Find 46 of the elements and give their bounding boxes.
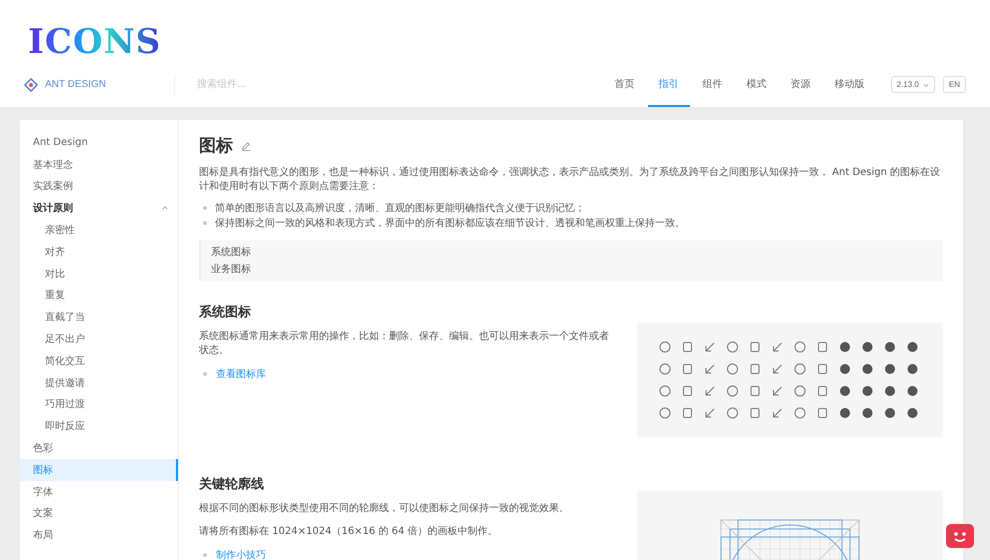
sidebar-subitem[interactable]: 直截了当 <box>20 306 178 328</box>
sidebar-subitem[interactable]: 简化交互 <box>20 350 178 372</box>
sidebar-item[interactable]: 基本理念 <box>20 154 178 176</box>
section-heading: 关键轮廓线 <box>199 476 265 493</box>
sidebar-subitem[interactable]: 对比 <box>20 262 178 285</box>
doc-link[interactable]: 制作小技巧 <box>216 548 266 560</box>
sidebar-item[interactable]: Ant Design <box>20 132 178 154</box>
sidebar-item[interactable]: 文案 <box>20 502 178 524</box>
toc-link[interactable]: 业务图标 <box>211 262 251 276</box>
sidebar-subitem[interactable]: 巧用过渡 <box>20 394 178 416</box>
sidebar-item[interactable]: 实践案例 <box>20 176 178 198</box>
sidebar-subitem[interactable]: 即时反应 <box>20 415 178 438</box>
nav-tab[interactable]: 模式 <box>736 62 778 107</box>
sidebar-item[interactable]: 色彩 <box>20 437 178 459</box>
sidebar-item[interactable]: 布局 <box>20 524 178 546</box>
chat-widget-icon[interactable] <box>946 524 974 548</box>
sidebar-subitem[interactable]: 亲密性 <box>20 219 178 241</box>
section-heading: 系统图标 <box>199 304 252 321</box>
nav-tab[interactable]: 移动版 <box>824 62 876 107</box>
principle-text: 简单的图形语言以及高辨识度，清晰、直观的图标更能明确指代含义便于识别记忆； <box>215 202 585 214</box>
nav-tab[interactable]: 组件 <box>692 62 734 107</box>
toc-link[interactable]: 系统图标 <box>211 245 251 259</box>
page-title: 图标 <box>199 135 233 157</box>
diamond-logo-icon[interactable] <box>24 78 38 92</box>
caret-icon[interactable] <box>162 205 168 212</box>
version-select[interactable]: 2.13.0 <box>890 76 935 93</box>
sidebar-subitem[interactable]: 重复 <box>20 284 178 306</box>
nav-tab[interactable]: 指引 <box>648 62 690 107</box>
sidebar-subitem[interactable]: 对齐 <box>20 240 178 263</box>
sidebar-subitem[interactable]: 足不出户 <box>20 328 178 350</box>
search-field[interactable]: 搜索组件... <box>195 78 399 91</box>
sidebar-subitem[interactable]: 提供邀请 <box>20 372 178 394</box>
caret-icon <box>922 82 929 88</box>
section-paragraph: 根据不同的图标形状类型使用不同的轮廓线，可以使图标之间保持一致的视觉效果。 <box>199 502 570 516</box>
sidebar-group[interactable]: 设计原则 <box>20 197 178 220</box>
language-button[interactable]: EN <box>942 76 966 93</box>
pencil-icon[interactable] <box>241 140 251 150</box>
intro-paragraph: 图标是具有指代意义的图形，也是一种标识，通过使用图标表达命令，强调状态，表示产品或类别。为了系统及跨平台之间图形认知保持一致， Ant Design 的图标在设计和使用时有以下两个原则点需要注意： <box>199 166 942 194</box>
nav-tab[interactable]: 首页 <box>604 62 646 107</box>
section-paragraph: 请将所有图标在 1024×1024（16×16 的 64 倍）的画板中制作。 <box>199 525 499 539</box>
doc-link[interactable]: 查看图标库 <box>216 367 266 381</box>
sidebar-item[interactable]: 字体 <box>20 480 178 503</box>
nav-tab[interactable]: 资源 <box>780 62 822 107</box>
brand-name[interactable]: ANT DESIGN <box>45 79 106 90</box>
principle-text: 保持图标之间一致的风格和表现方式，界面中的所有图标都应该在细节设计、透视和笔画权重上保持一致。 <box>215 216 685 230</box>
section-paragraph: 系统图标通常用来表示常用的操作，比如：删除、保存、编辑。也可以用来表示一个文件或者状态。 <box>199 330 610 358</box>
